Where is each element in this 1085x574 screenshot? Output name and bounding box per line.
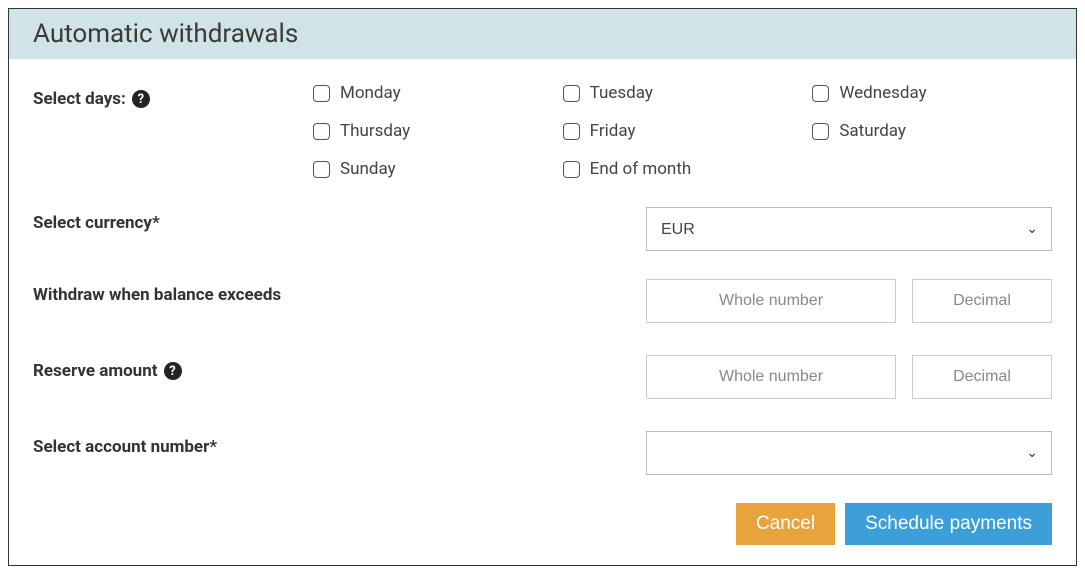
currency-select-wrap: EUR ⌄ [646, 207, 1052, 251]
help-icon[interactable]: ? [164, 362, 182, 380]
checkbox-saturday-input[interactable] [812, 123, 829, 140]
label-select-days-text: Select days: [33, 89, 126, 109]
panel-body: Select days: ? Monday Tuesday Wednesday [9, 59, 1076, 565]
checkbox-friday-input[interactable] [563, 123, 580, 140]
checkbox-sunday-input[interactable] [313, 161, 330, 178]
label-withdraw-when: Withdraw when balance exceeds [33, 279, 313, 305]
checkbox-monday-input[interactable] [313, 85, 330, 102]
checkbox-friday[interactable]: Friday [563, 121, 803, 141]
label-select-account-text: Select account number* [33, 437, 217, 457]
reserve-controls [313, 355, 1052, 399]
checkbox-end-of-month-label: End of month [590, 159, 692, 179]
checkbox-monday[interactable]: Monday [313, 83, 553, 103]
checkbox-end-of-month[interactable]: End of month [563, 159, 803, 179]
help-icon[interactable]: ? [132, 90, 150, 108]
withdraw-whole-input[interactable] [646, 279, 896, 323]
currency-controls: EUR ⌄ [313, 207, 1052, 251]
row-select-account: Select account number* ⌄ [33, 431, 1052, 475]
account-controls: ⌄ [313, 431, 1052, 475]
label-select-currency-text: Select currency* [33, 213, 160, 233]
label-withdraw-when-text: Withdraw when balance exceeds [33, 285, 281, 305]
label-select-account: Select account number* [33, 431, 313, 457]
days-grid: Monday Tuesday Wednesday Thursday Friday [313, 83, 1052, 179]
row-select-days: Select days: ? Monday Tuesday Wednesday [33, 83, 1052, 179]
checkbox-wednesday-input[interactable] [812, 85, 829, 102]
checkbox-thursday[interactable]: Thursday [313, 121, 553, 141]
label-select-currency: Select currency* [33, 207, 313, 233]
checkbox-thursday-input[interactable] [313, 123, 330, 140]
checkbox-tuesday[interactable]: Tuesday [563, 83, 803, 103]
checkbox-thursday-label: Thursday [340, 121, 410, 141]
reserve-whole-input[interactable] [646, 355, 896, 399]
checkbox-tuesday-label: Tuesday [590, 83, 653, 103]
checkbox-saturday-label: Saturday [839, 121, 906, 141]
label-reserve-amount-text: Reserve amount [33, 361, 158, 381]
cancel-button[interactable]: Cancel [736, 503, 835, 545]
button-row: Cancel Schedule payments [33, 503, 1052, 545]
automatic-withdrawals-panel: Automatic withdrawals Select days: ? Mon… [8, 8, 1077, 566]
panel-title: Automatic withdrawals [9, 9, 1076, 59]
label-select-days: Select days: ? [33, 83, 313, 109]
checkbox-monday-label: Monday [340, 83, 401, 103]
checkbox-sunday[interactable]: Sunday [313, 159, 553, 179]
reserve-decimal-input[interactable] [912, 355, 1052, 399]
checkbox-wednesday[interactable]: Wednesday [812, 83, 1052, 103]
checkbox-sunday-label: Sunday [340, 159, 396, 179]
withdraw-controls [313, 279, 1052, 323]
row-reserve-amount: Reserve amount ? [33, 355, 1052, 399]
account-select-wrap: ⌄ [646, 431, 1052, 475]
schedule-payments-button[interactable]: Schedule payments [845, 503, 1052, 545]
checkbox-saturday[interactable]: Saturday [812, 121, 1052, 141]
checkbox-wednesday-label: Wednesday [839, 83, 926, 103]
checkbox-tuesday-input[interactable] [563, 85, 580, 102]
account-select[interactable] [646, 431, 1052, 475]
withdraw-decimal-input[interactable] [912, 279, 1052, 323]
checkbox-end-of-month-input[interactable] [563, 161, 580, 178]
currency-select[interactable]: EUR [646, 207, 1052, 251]
checkbox-friday-label: Friday [590, 121, 636, 141]
label-reserve-amount: Reserve amount ? [33, 355, 313, 381]
row-withdraw-when: Withdraw when balance exceeds [33, 279, 1052, 323]
row-select-currency: Select currency* EUR ⌄ [33, 207, 1052, 251]
